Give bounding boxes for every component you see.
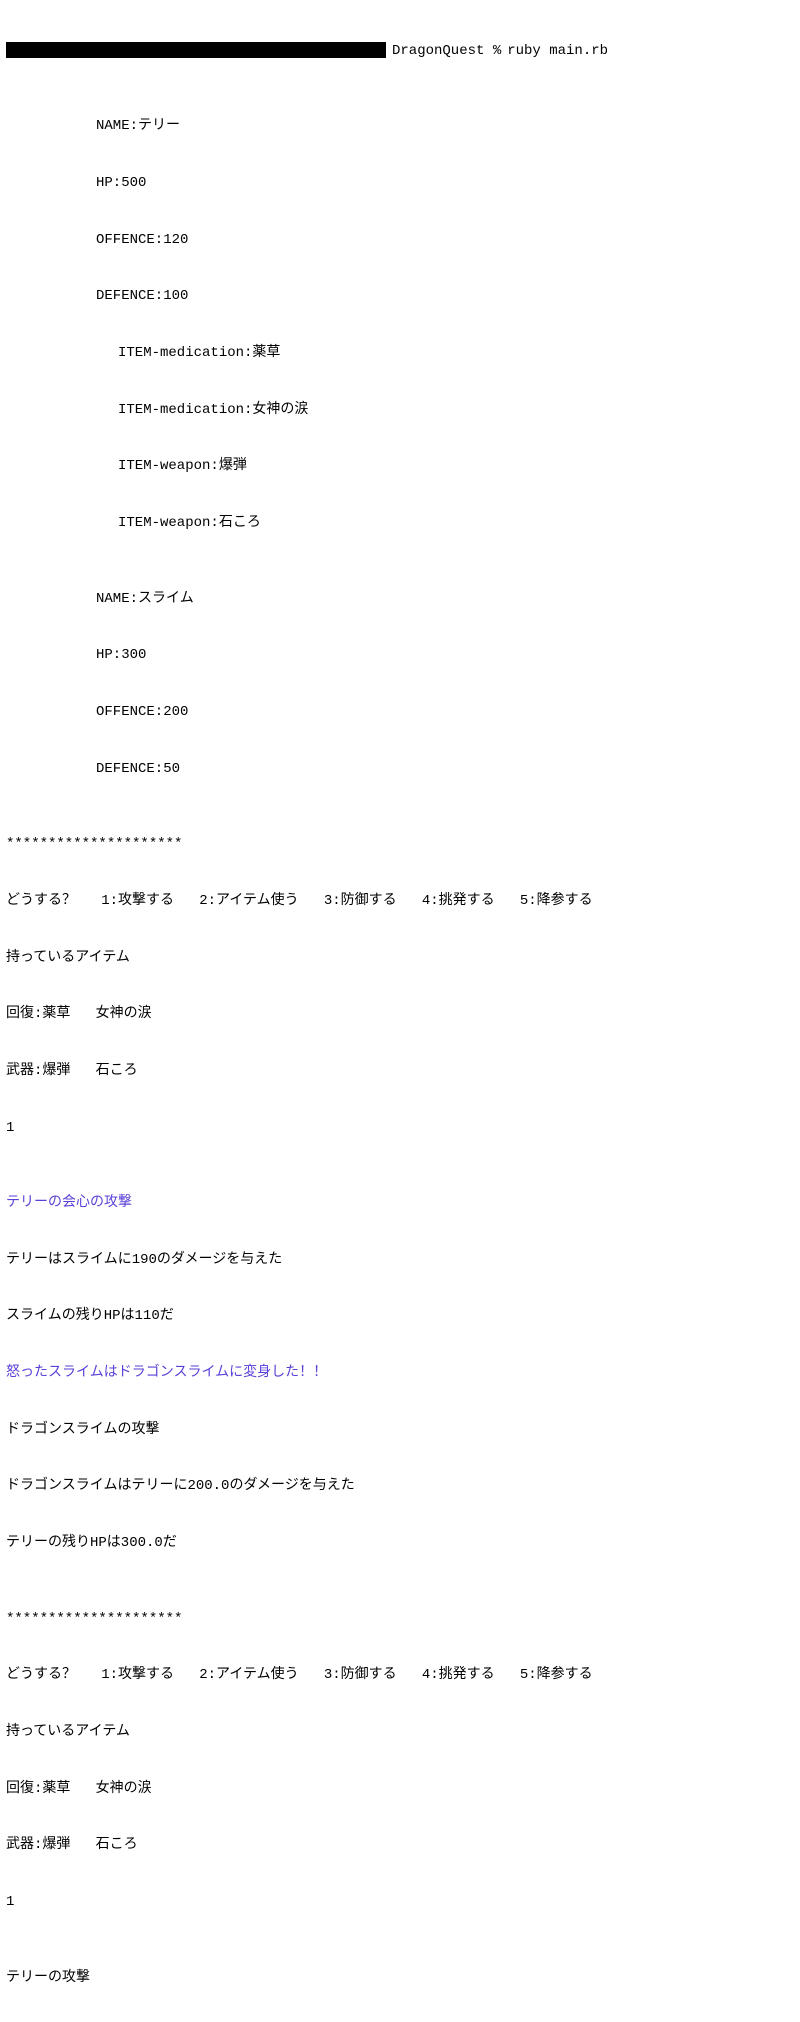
- turn1-remain: スライムの残りHPは110だ: [6, 1307, 794, 1326]
- command-prompt-line: DragonQuest % ruby main.rb: [6, 42, 794, 61]
- player-offence: OFFENCE:120: [6, 231, 794, 250]
- turn1-player-remain: テリーの残りHPは300.0だ: [6, 1534, 794, 1553]
- player-item-3: ITEM-weapon:爆弾: [6, 457, 794, 476]
- items-header: 持っているアイテム: [6, 949, 794, 968]
- redacted-path: [6, 42, 386, 58]
- turn1-enemy-dmg: ドラゴンスライムはテリーに200.0のダメージを与えた: [6, 1477, 794, 1496]
- user-input-2: 1: [6, 1893, 794, 1912]
- items-header: 持っているアイテム: [6, 1723, 794, 1742]
- player-defence: DEFENCE:100: [6, 287, 794, 306]
- items-recover: 回復:薬草 女神の涙: [6, 1005, 794, 1024]
- turn1-enemy-attack: ドラゴンスライムの攻撃: [6, 1421, 794, 1440]
- player-hp: HP:500: [6, 174, 794, 193]
- enemy-hp: HP:300: [6, 646, 794, 665]
- items-weapon: 武器:爆弾 石ころ: [6, 1836, 794, 1855]
- transform-message: 怒ったスライムはドラゴンスライムに変身した！！: [6, 1364, 794, 1383]
- user-input-1: 1: [6, 1119, 794, 1138]
- items-weapon: 武器:爆弾 石ころ: [6, 1062, 794, 1081]
- player-item-1: ITEM-medication:薬草: [6, 344, 794, 363]
- prompt-path: DragonQuest %: [386, 42, 501, 61]
- prompt-command: ruby main.rb: [501, 42, 608, 61]
- critical-hit: テリーの会心の攻撃: [6, 1194, 794, 1213]
- enemy-name: NAME:スライム: [6, 590, 794, 609]
- player-item-4: ITEM-weapon:石ころ: [6, 514, 794, 533]
- turn1-dmg: テリーはスライムに190のダメージを与えた: [6, 1251, 794, 1270]
- action-menu: どうする？ 1:攻撃する 2:アイテム使う 3:防御する 4:挑発する 5:降参…: [6, 1666, 794, 1685]
- separator: *********************: [6, 1610, 794, 1629]
- enemy-defence: DEFENCE:50: [6, 760, 794, 779]
- action-menu: どうする？ 1:攻撃する 2:アイテム使う 3:防御する 4:挑発する 5:降参…: [6, 892, 794, 911]
- turn2-attack: テリーの攻撃: [6, 1969, 794, 1988]
- separator: *********************: [6, 835, 794, 854]
- player-item-2: ITEM-medication:女神の涙: [6, 401, 794, 420]
- player-name: NAME:テリー: [6, 117, 794, 136]
- terminal-output: DragonQuest % ruby main.rb NAME:テリー HP:5…: [0, 0, 800, 2022]
- items-recover: 回復:薬草 女神の涙: [6, 1780, 794, 1799]
- enemy-offence: OFFENCE:200: [6, 703, 794, 722]
